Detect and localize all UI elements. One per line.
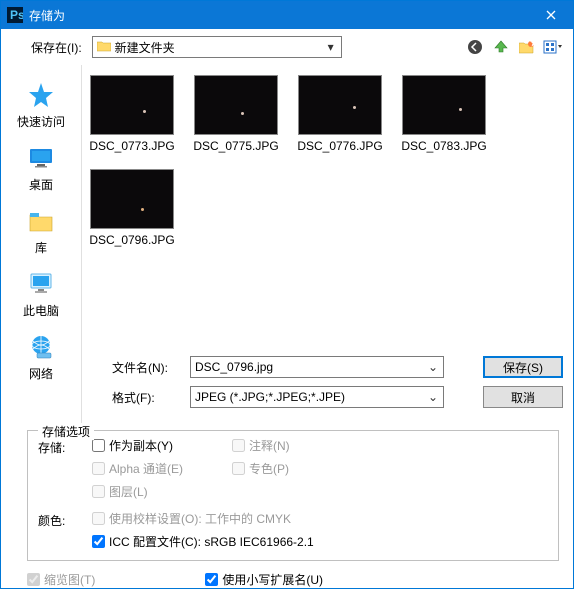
- location-combo[interactable]: 新建文件夹 ▾: [92, 36, 342, 58]
- format-row: 格式(F): JPEG (*.JPG;*.JPEG;*.JPE) ⌄ 取消: [88, 382, 567, 412]
- quick-access-icon: [25, 79, 57, 111]
- app-icon: Ps: [7, 7, 23, 23]
- chevron-down-icon: ⌄: [425, 358, 441, 376]
- location-row: 保存在(I): 新建文件夹 ▾ ★: [1, 29, 573, 65]
- icc-checkbox[interactable]: ICC 配置文件(C): sRGB IEC61966-2.1: [92, 533, 314, 550]
- save-as-dialog: Ps 存储为 保存在(I): 新建文件夹 ▾ ★: [0, 0, 574, 589]
- folder-icon: [97, 40, 111, 55]
- back-button[interactable]: [465, 37, 485, 57]
- filename-label: 文件名(N):: [112, 359, 182, 376]
- annotation-checkbox: 注释(N): [232, 437, 372, 454]
- save-options-row: 存储: 作为副本(Y) 注释(N) Alpha 通道(E) 专色(P) 图层(L…: [38, 437, 548, 500]
- save-button[interactable]: 保存(S): [483, 356, 563, 378]
- file-name: DSC_0796.JPG: [89, 233, 174, 247]
- alpha-checkbox: Alpha 通道(E): [92, 460, 232, 477]
- sidebar-item-label: 网络: [29, 365, 53, 382]
- sidebar-item-label: 桌面: [29, 176, 53, 193]
- file-name: DSC_0776.JPG: [297, 139, 382, 153]
- sidebar-quick-access[interactable]: 快速访问: [1, 75, 81, 136]
- main-pane: DSC_0773.JPG DSC_0775.JPG DSC_0776.JPG D…: [81, 65, 573, 424]
- filename-input[interactable]: DSC_0796.jpg ⌄: [190, 356, 444, 378]
- svg-text:Ps: Ps: [10, 8, 23, 22]
- svg-text:★: ★: [529, 40, 535, 50]
- view-menu-button[interactable]: [543, 37, 563, 57]
- chevron-down-icon: ⌄: [425, 388, 441, 406]
- file-item[interactable]: DSC_0773.JPG: [90, 75, 174, 153]
- titlebar: Ps 存储为: [1, 1, 573, 29]
- file-item[interactable]: DSC_0775.JPG: [194, 75, 278, 153]
- file-item[interactable]: DSC_0776.JPG: [298, 75, 382, 153]
- sidebar-item-label: 快速访问: [17, 113, 65, 130]
- network-icon: [25, 331, 57, 363]
- filename-row: 文件名(N): DSC_0796.jpg ⌄ 保存(S): [88, 352, 567, 382]
- sidebar-item-label: 库: [35, 239, 47, 256]
- location-value: 新建文件夹: [115, 39, 175, 56]
- file-name: DSC_0783.JPG: [401, 139, 486, 153]
- bottom-checks-row: 缩览图(T) 使用小写扩展名(U): [1, 561, 573, 588]
- save-options-group: 存储选项 存储: 作为副本(Y) 注释(N) Alpha 通道(E) 专色(P)…: [27, 430, 559, 561]
- places-sidebar: 快速访问 桌面 库 此电脑: [1, 65, 81, 424]
- layers-checkbox: 图层(L): [92, 483, 232, 500]
- file-name: DSC_0775.JPG: [193, 139, 278, 153]
- sidebar-network[interactable]: 网络: [1, 327, 81, 388]
- format-label: 格式(F):: [112, 389, 182, 406]
- nav-toolbar: ★: [465, 37, 563, 57]
- as-copy-checkbox[interactable]: 作为副本(Y): [92, 437, 232, 454]
- sidebar-libraries[interactable]: 库: [1, 201, 81, 262]
- thumbnail: [194, 75, 278, 135]
- lowercase-ext-checkbox[interactable]: 使用小写扩展名(U): [205, 571, 323, 588]
- desktop-icon: [25, 142, 57, 174]
- dialog-body: 快速访问 桌面 库 此电脑: [1, 65, 573, 424]
- thumbnail: [90, 169, 174, 229]
- close-button[interactable]: [528, 1, 573, 29]
- sidebar-item-label: 此电脑: [23, 302, 59, 319]
- color-options-row: 颜色: 使用校样设置(O): 工作中的 CMYK ICC 配置文件(C): sR…: [38, 510, 548, 550]
- file-item[interactable]: DSC_0796.JPG: [90, 169, 174, 247]
- format-value: JPEG (*.JPG;*.JPEG;*.JPE): [195, 390, 345, 404]
- file-name: DSC_0773.JPG: [89, 139, 174, 153]
- thumbnail: [90, 75, 174, 135]
- location-label: 保存在(I):: [31, 39, 82, 56]
- format-combo[interactable]: JPEG (*.JPG;*.JPEG;*.JPE) ⌄: [190, 386, 444, 408]
- file-list[interactable]: DSC_0773.JPG DSC_0775.JPG DSC_0776.JPG D…: [88, 71, 567, 352]
- up-button[interactable]: [491, 37, 511, 57]
- file-item[interactable]: DSC_0783.JPG: [402, 75, 486, 153]
- cancel-button[interactable]: 取消: [483, 386, 563, 408]
- spot-checkbox: 专色(P): [232, 460, 372, 477]
- window-title: 存储为: [29, 7, 528, 24]
- thumbnail-checkbox: 缩览图(T): [27, 571, 95, 588]
- color-section-label: 颜色:: [38, 510, 92, 529]
- filename-value: DSC_0796.jpg: [195, 360, 273, 374]
- chevron-down-icon: ▾: [323, 39, 339, 55]
- this-pc-icon: [25, 268, 57, 300]
- libraries-icon: [25, 205, 57, 237]
- thumbnail: [402, 75, 486, 135]
- sidebar-desktop[interactable]: 桌面: [1, 138, 81, 199]
- sidebar-this-pc[interactable]: 此电脑: [1, 264, 81, 325]
- new-folder-button[interactable]: ★: [517, 37, 537, 57]
- thumbnail: [298, 75, 382, 135]
- proof-checkbox: 使用校样设置(O): 工作中的 CMYK: [92, 510, 314, 527]
- group-legend: 存储选项: [38, 423, 94, 440]
